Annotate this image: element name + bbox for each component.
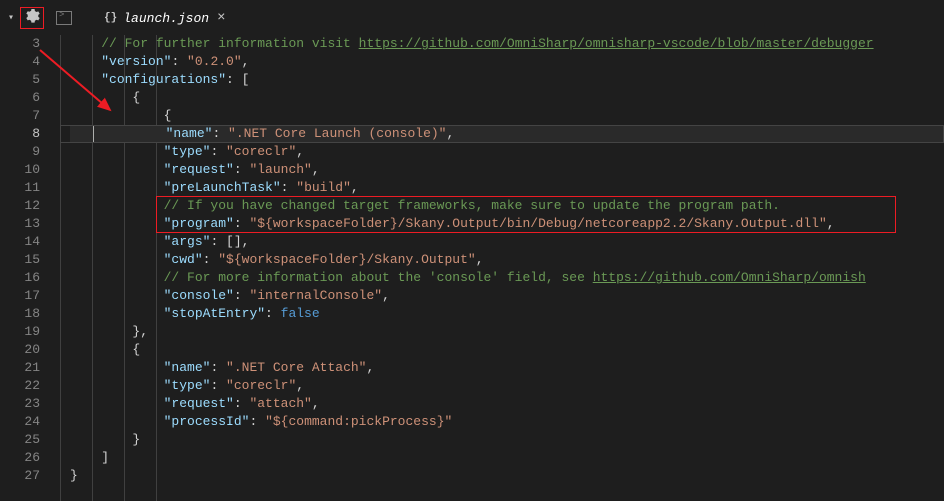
- json-file-icon: {}: [104, 12, 117, 24]
- json-key: "type": [164, 144, 211, 159]
- json-key: "processId": [164, 414, 250, 429]
- json-key: "type": [164, 378, 211, 393]
- settings-gear-button[interactable]: [20, 7, 44, 29]
- code-line-active[interactable]: "name": ".NET Core Launch (console)",: [70, 125, 944, 143]
- code-editor[interactable]: 3 4 5 6 7 8 9 10 11 12 13 14 15 16 17 18…: [0, 35, 944, 501]
- debug-controls: ▾: [0, 0, 72, 35]
- json-string: ".NET Core Attach": [226, 360, 366, 375]
- json-value: []: [226, 234, 242, 249]
- json-key: "configurations": [101, 72, 226, 87]
- line-number: 6: [0, 89, 40, 107]
- code-line[interactable]: "type": "coreclr",: [70, 377, 944, 395]
- line-number: 27: [0, 467, 40, 485]
- line-number: 15: [0, 251, 40, 269]
- code-line[interactable]: },: [70, 323, 944, 341]
- close-icon[interactable]: ×: [217, 10, 225, 26]
- json-string: "build": [296, 180, 351, 195]
- json-key: "stopAtEntry": [164, 306, 265, 321]
- code-line[interactable]: {: [70, 107, 944, 125]
- code-line[interactable]: }: [70, 431, 944, 449]
- json-key: "args": [164, 234, 211, 249]
- json-string: "internalConsole": [249, 288, 382, 303]
- code-line[interactable]: {: [70, 89, 944, 107]
- json-key: "preLaunchTask": [164, 180, 281, 195]
- line-number: 7: [0, 107, 40, 125]
- tab-bar: {} launch.json ×: [92, 0, 237, 35]
- line-number: 16: [0, 269, 40, 287]
- json-string: "0.2.0": [187, 54, 242, 69]
- line-number: 26: [0, 449, 40, 467]
- json-keyword: false: [281, 306, 320, 321]
- json-key: "program": [164, 216, 234, 231]
- code-line[interactable]: }: [70, 467, 944, 485]
- code-line[interactable]: "name": ".NET Core Attach",: [70, 359, 944, 377]
- line-number: 9: [0, 143, 40, 161]
- line-number: 25: [0, 431, 40, 449]
- json-key: "request": [164, 162, 234, 177]
- json-key: "name": [166, 126, 213, 141]
- line-number: 14: [0, 233, 40, 251]
- line-gutter: 3 4 5 6 7 8 9 10 11 12 13 14 15 16 17 18…: [0, 35, 60, 501]
- json-key: "request": [164, 396, 234, 411]
- json-key: "cwd": [164, 252, 203, 267]
- url-link[interactable]: https://github.com/OmniSharp/omnish: [593, 270, 866, 285]
- line-number: 22: [0, 377, 40, 395]
- line-number: 17: [0, 287, 40, 305]
- comment-text: // If you have changed target frameworks…: [164, 198, 780, 213]
- json-key: "console": [164, 288, 234, 303]
- line-number: 24: [0, 413, 40, 431]
- json-string: "coreclr": [226, 144, 296, 159]
- tab-launch-json[interactable]: {} launch.json ×: [92, 0, 237, 35]
- comment-text: // For further information visit: [101, 36, 358, 51]
- line-number: 13: [0, 215, 40, 233]
- line-number: 4: [0, 53, 40, 71]
- url-link[interactable]: https://github.com/OmniSharp/omnisharp-v…: [359, 36, 874, 51]
- line-number: 10: [0, 161, 40, 179]
- tab-label: launch.json: [123, 11, 209, 26]
- json-string: "coreclr": [226, 378, 296, 393]
- code-line[interactable]: {: [70, 341, 944, 359]
- code-line[interactable]: "request": "launch",: [70, 161, 944, 179]
- code-line[interactable]: "stopAtEntry": false: [70, 305, 944, 323]
- top-toolbar: ▾ {} launch.json ×: [0, 0, 944, 35]
- code-line[interactable]: "processId": "${command:pickProcess}": [70, 413, 944, 431]
- json-string: "${workspaceFolder}/Skany.Output": [218, 252, 475, 267]
- json-string: "attach": [249, 396, 311, 411]
- line-number: 18: [0, 305, 40, 323]
- line-number: 8: [0, 125, 40, 143]
- cursor: [93, 126, 94, 142]
- line-number: 20: [0, 341, 40, 359]
- code-line[interactable]: // For further information visit https:/…: [70, 35, 944, 53]
- code-line[interactable]: "cwd": "${workspaceFolder}/Skany.Output"…: [70, 251, 944, 269]
- line-number: 3: [0, 35, 40, 53]
- json-string: "${workspaceFolder}/Skany.Output/bin/Deb…: [249, 216, 826, 231]
- code-line[interactable]: "args": [],: [70, 233, 944, 251]
- line-number: 19: [0, 323, 40, 341]
- json-string: "${command:pickProcess}": [265, 414, 452, 429]
- line-number: 21: [0, 359, 40, 377]
- code-line[interactable]: ]: [70, 449, 944, 467]
- code-line[interactable]: "console": "internalConsole",: [70, 287, 944, 305]
- terminal-icon[interactable]: [56, 11, 72, 25]
- code-line[interactable]: "type": "coreclr",: [70, 143, 944, 161]
- code-line[interactable]: // If you have changed target frameworks…: [70, 197, 944, 215]
- json-key: "name": [164, 360, 211, 375]
- json-string: ".NET Core Launch (console)": [228, 126, 446, 141]
- code-line[interactable]: "configurations": [: [70, 71, 944, 89]
- line-number: 5: [0, 71, 40, 89]
- line-number: 12: [0, 197, 40, 215]
- comment-text: // For more information about the 'conso…: [164, 270, 593, 285]
- code-line[interactable]: "version": "0.2.0",: [70, 53, 944, 71]
- dropdown-triangle-icon[interactable]: ▾: [8, 12, 14, 24]
- code-line[interactable]: "preLaunchTask": "build",: [70, 179, 944, 197]
- code-line[interactable]: "program": "${workspaceFolder}/Skany.Out…: [70, 215, 944, 233]
- code-line[interactable]: // For more information about the 'conso…: [70, 269, 944, 287]
- line-number: 11: [0, 179, 40, 197]
- line-number: 23: [0, 395, 40, 413]
- code-line[interactable]: "request": "attach",: [70, 395, 944, 413]
- json-key: "version": [101, 54, 171, 69]
- gear-icon: [24, 8, 40, 28]
- json-string: "launch": [249, 162, 311, 177]
- code-area[interactable]: // For further information visit https:/…: [60, 35, 944, 501]
